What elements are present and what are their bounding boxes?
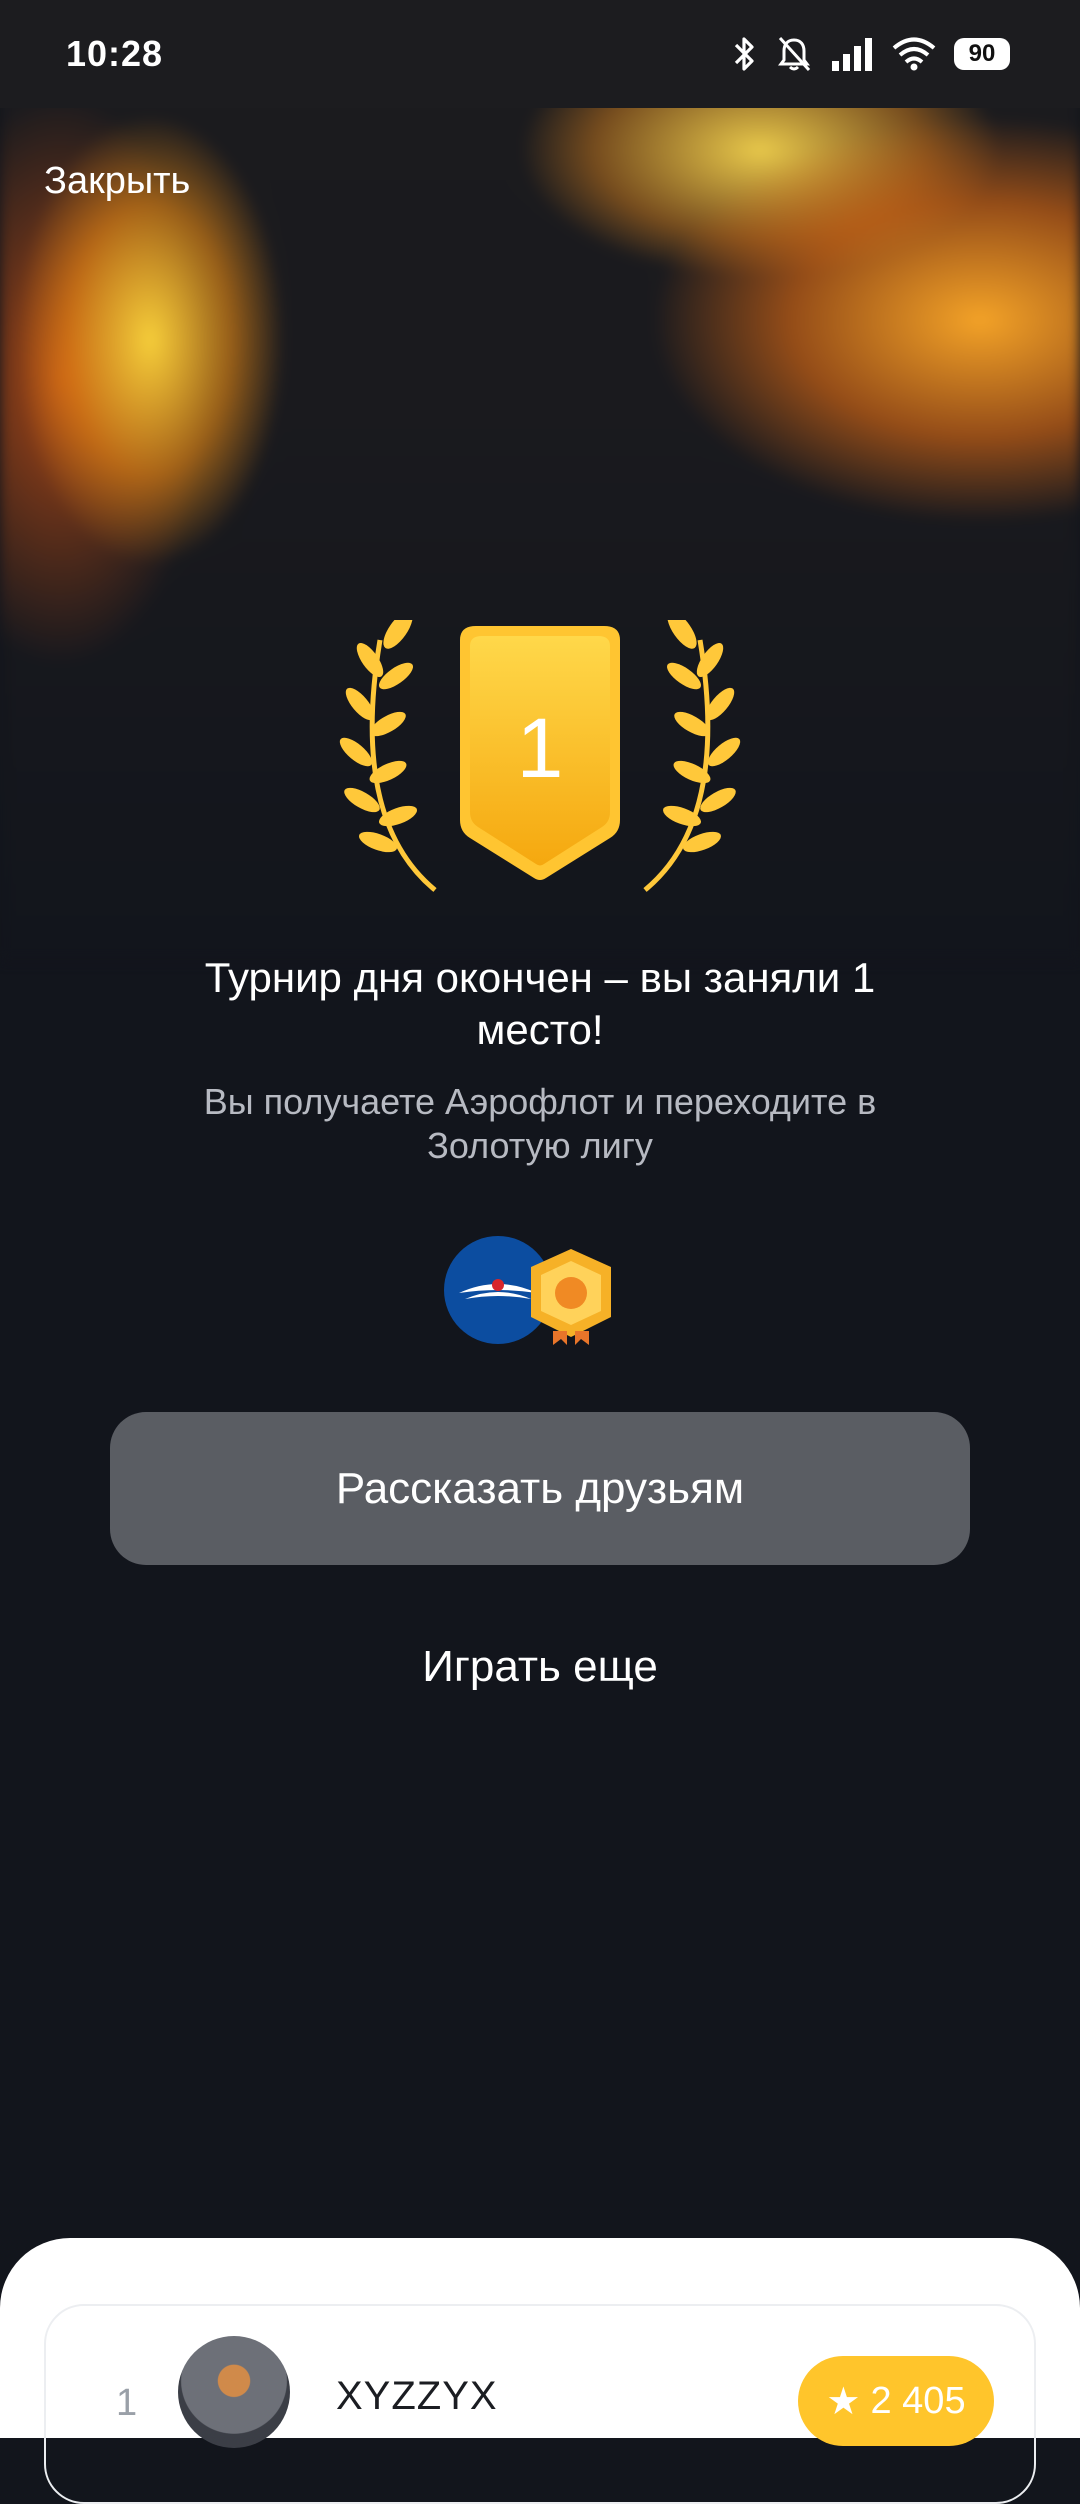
status-time: 10:28	[66, 33, 164, 74]
close-button[interactable]: Закрыть	[44, 160, 190, 203]
wifi-icon	[892, 37, 936, 71]
status-bar: 10:28 90	[0, 0, 1080, 108]
leaderboard-sheet: 1 XYZZYX ★ 2 405	[0, 2238, 1080, 2504]
score-value: 2 405	[870, 2379, 966, 2422]
bluetooth-icon	[734, 37, 754, 71]
score-badge: ★ 2 405	[798, 2356, 994, 2446]
bell-muted-icon	[778, 36, 811, 72]
leaderboard-row[interactable]: 1 XYZZYX ★ 2 405	[44, 2304, 1036, 2504]
result-title: Турнир дня окончен – вы заняли 1 место!	[204, 954, 876, 1053]
status-icons: 90	[732, 35, 1010, 73]
leaderboard-username: XYZZYX	[336, 2374, 498, 2418]
battery-icon: 90	[954, 38, 1010, 70]
play-again-button[interactable]: Играть еще	[0, 1642, 1080, 1692]
gold-league-badge-icon	[531, 1249, 611, 1345]
star-icon: ★	[826, 2380, 861, 2423]
share-with-friends-button[interactable]: Рассказать друзьям	[110, 1412, 970, 1565]
leaderboard-rank: 1	[116, 2382, 138, 2424]
avatar	[178, 2336, 290, 2448]
place-number: 1	[516, 701, 564, 795]
result-subtitle: Вы получаете Аэрофлот и переходите в Зол…	[203, 1081, 877, 1166]
signal-icon	[832, 38, 872, 71]
rewards-row	[444, 1236, 611, 1345]
